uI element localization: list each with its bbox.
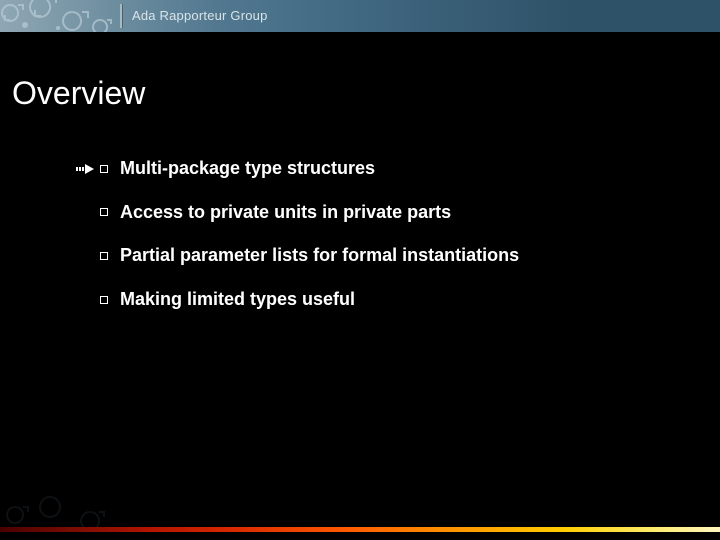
header-group-name: Ada Rapporteur Group — [132, 8, 268, 23]
bullet-text: Access to private units in private parts — [120, 202, 451, 224]
header-background — [0, 0, 720, 32]
slide-title: Overview — [12, 75, 145, 112]
bullet-list: Multi-package type structures Access to … — [100, 158, 660, 332]
list-item: Partial parameter lists for formal insta… — [100, 245, 660, 267]
bullet-icon — [100, 252, 108, 260]
bullet-icon — [100, 296, 108, 304]
header-divider — [120, 4, 122, 28]
bullet-icon — [100, 165, 108, 173]
list-item: Access to private units in private parts — [100, 202, 660, 224]
bullet-text: Partial parameter lists for formal insta… — [120, 245, 519, 267]
list-item: Making limited types useful — [100, 289, 660, 311]
bullet-text: Making limited types useful — [120, 289, 355, 311]
bullet-text: Multi-package type structures — [120, 158, 375, 180]
pointer-icon — [76, 162, 96, 176]
bullet-icon — [100, 208, 108, 216]
footer-watermark — [0, 487, 720, 527]
footer-bottom-bar — [0, 532, 720, 540]
list-item: Multi-package type structures — [100, 158, 660, 180]
